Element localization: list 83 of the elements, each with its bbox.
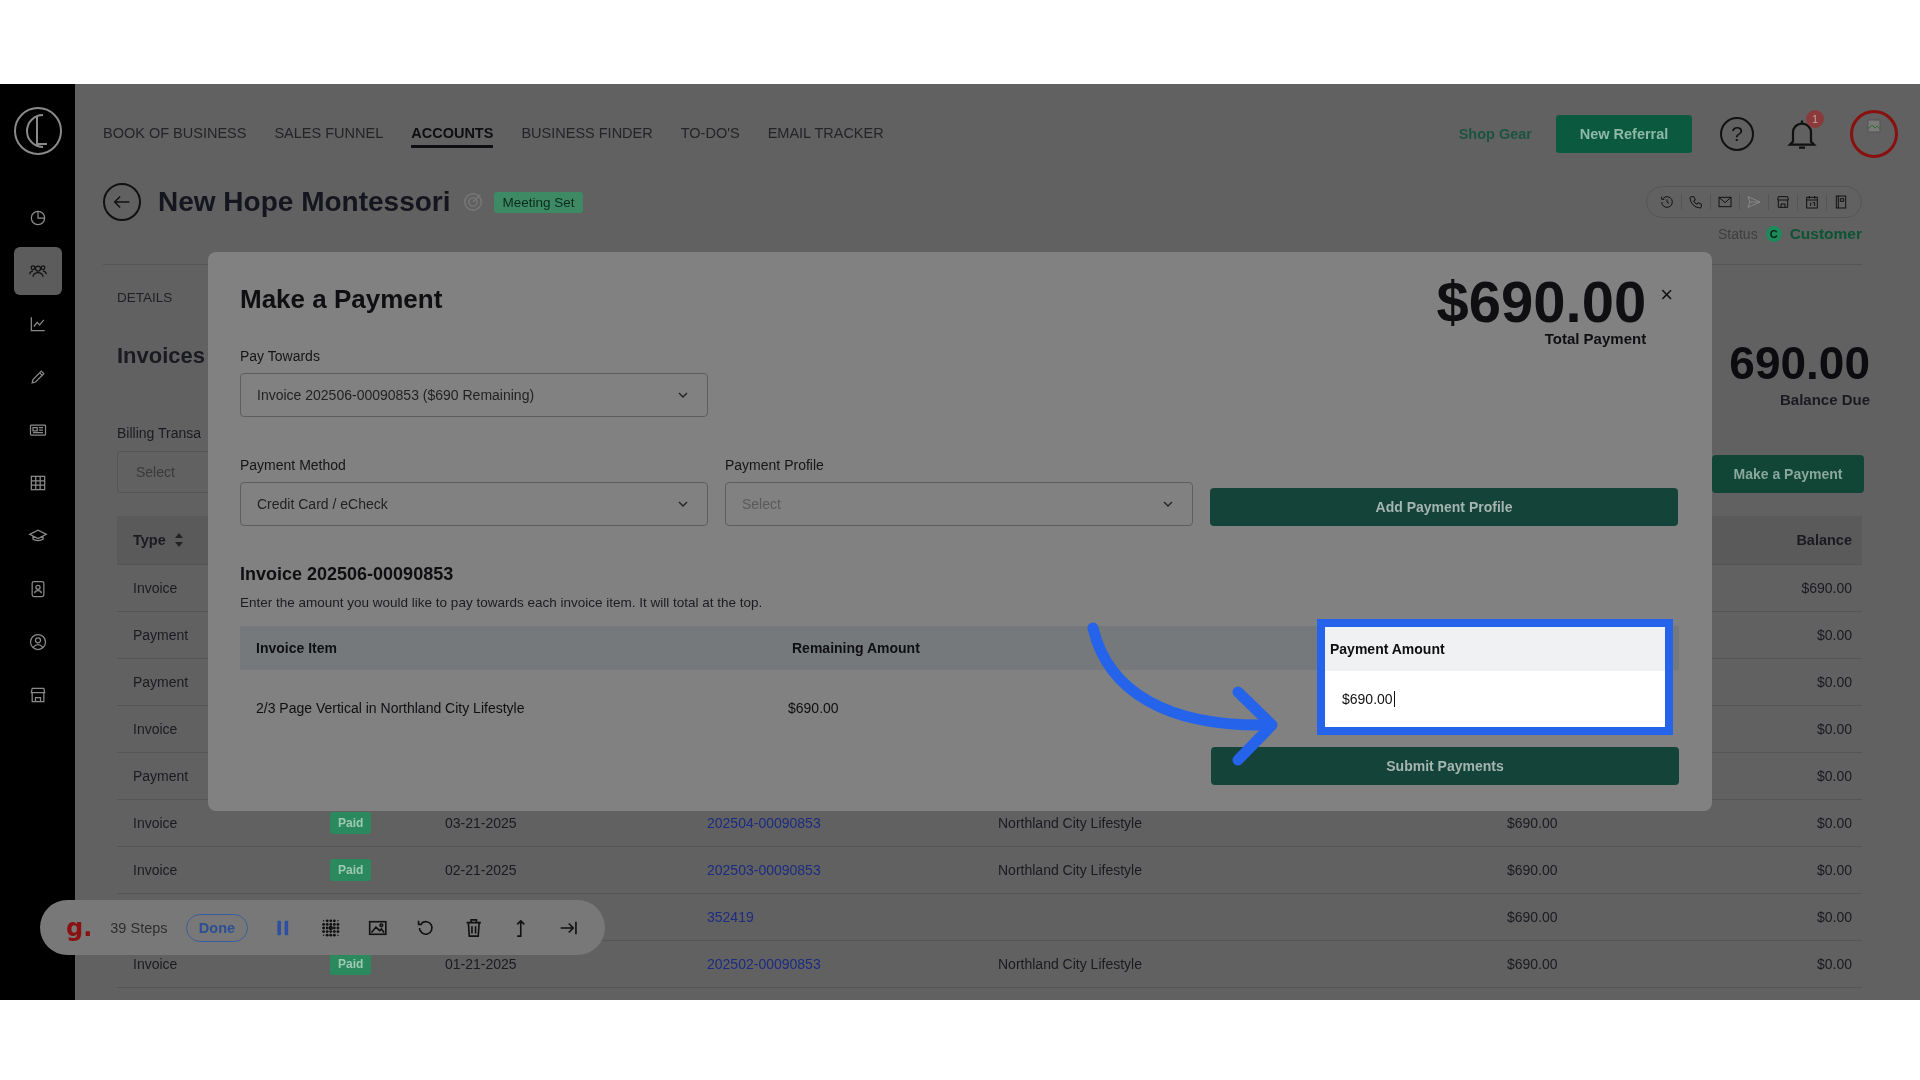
nav-tab[interactable]: ACCOUNTS: [411, 120, 494, 148]
sidebar-item[interactable]: [13, 247, 62, 295]
column-header: Remaining Amount: [792, 640, 920, 656]
dialog-title: Make a Payment: [240, 284, 444, 314]
avatar[interactable]: [1850, 110, 1898, 158]
paid-badge: Paid: [330, 953, 372, 975]
nav-tab[interactable]: BUSINESS FINDER: [521, 120, 653, 148]
section-title: Invoices: [117, 343, 206, 369]
table-cell-text: 2/3 Page Vertical in Northland City Lifestyle: [256, 700, 526, 716]
table-cell-text: $690.00: [788, 700, 840, 716]
column-header: Balance: [1796, 532, 1853, 548]
tab[interactable]: DETAILS: [117, 289, 173, 305]
invoice-link[interactable]: 202503-00090853: [707, 862, 821, 878]
status-badge: Meeting Set: [494, 191, 583, 213]
select-field[interactable]: Credit Card / eCheck: [240, 482, 708, 526]
table-cell-text: $690.00: [1507, 956, 1559, 972]
table-cell-text: $0.00: [1816, 815, 1853, 831]
invoice-link[interactable]: 352419: [707, 909, 754, 925]
nav-tab[interactable]: BOOK OF BUSINESS: [103, 120, 247, 148]
table-cell-text: $0.00: [1816, 956, 1853, 972]
table-cell: Invoice: [133, 862, 178, 878]
step-count: 39 Steps: [110, 919, 168, 936]
table-cell-text: $690.00: [1507, 862, 1559, 878]
invoice-link[interactable]: 202504-00090853: [707, 815, 821, 831]
field-label: Pay Towards: [240, 348, 321, 364]
paid-badge: Paid: [330, 812, 372, 834]
table-cell-text: $0.00: [1816, 721, 1853, 737]
nav-tab[interactable]: SALES FUNNEL: [274, 120, 384, 148]
close-button[interactable]: ×: [1660, 284, 1673, 306]
nav-tab[interactable]: TO-DO'S: [680, 120, 740, 148]
help-icon[interactable]: ?: [1720, 117, 1754, 151]
table-cell: Payment: [133, 627, 189, 643]
table-cell-text: $690.00: [1507, 909, 1559, 925]
table-cell-text: 01-21-2025: [445, 956, 518, 972]
instructions: Enter the amount you would like to pay towards each invoice item. It will total at the top.: [240, 595, 764, 610]
table-cell-text: $0.00: [1816, 627, 1853, 643]
table-cell-text: $0.00: [1816, 909, 1853, 925]
table-cell-text: 03-21-2025: [445, 815, 518, 831]
invoice-link[interactable]: 202502-00090853: [707, 956, 821, 972]
back-button[interactable]: [103, 183, 141, 221]
table-cell: Payment: [133, 768, 189, 784]
broken-image-icon: [1867, 119, 1881, 133]
table-cell-text: $690.00: [1507, 815, 1559, 831]
shop-link[interactable]: Shop Gear: [1458, 126, 1532, 142]
table-cell-text: Northland City Lifestyle: [998, 815, 1143, 831]
sort-icon[interactable]: [173, 531, 184, 549]
new-referral-button[interactable]: New Referral: [1556, 115, 1692, 153]
column-header: Invoice Item: [256, 640, 337, 656]
user-circle-icon: [27, 632, 48, 652]
table-cell-text: $690.00: [1801, 580, 1853, 596]
filter-label: Billing Transa: [117, 425, 203, 441]
table-cell: Invoice: [133, 956, 178, 972]
table-cell-text: Northland City Lifestyle: [998, 862, 1143, 878]
recorder-logo: g.: [66, 913, 93, 942]
table-cell-text: $0.00: [1816, 768, 1853, 784]
payment-amount-field[interactable]: $690.00: [1325, 671, 1665, 727]
customer-icon: C: [1765, 226, 1782, 242]
invoice-title: Invoice 202506-00090853: [240, 564, 455, 585]
notification-count: 1: [1806, 110, 1824, 128]
table-cell: Invoice: [133, 815, 178, 831]
field-label: Payment Method: [240, 457, 347, 473]
submit-payments-button[interactable]: Submit Payments: [1211, 747, 1679, 785]
status-value: Customer: [1789, 225, 1862, 243]
nav-tab[interactable]: EMAIL TRACKER: [767, 120, 884, 148]
make-payment-button[interactable]: Make a Payment: [1712, 455, 1864, 493]
table-cell-text: $0.00: [1816, 674, 1853, 690]
balance-label: Balance Due: [1778, 391, 1870, 408]
balance-amount: 690.00: [1729, 339, 1870, 387]
field-label: Payment Profile: [725, 457, 825, 473]
table-cell-text: 02-21-2025: [445, 862, 518, 878]
table-cell: Payment: [133, 674, 189, 690]
column-header: Payment Amount: [1330, 641, 1445, 657]
table-cell: Invoice: [133, 580, 178, 596]
table-cell-text: $0.00: [1816, 862, 1853, 878]
table-cell: Invoice: [133, 721, 178, 737]
account-name: New Hope Montessori: [158, 186, 451, 218]
column-header[interactable]: Type: [133, 532, 166, 548]
paid-badge: Paid: [330, 859, 372, 881]
add-payment-profile-button[interactable]: Add Payment Profile: [1210, 488, 1678, 526]
select-field[interactable]: Invoice 202506-00090853 ($690 Remaining): [240, 373, 708, 417]
logo-icon: [12, 106, 63, 156]
blur-icon[interactable]: [319, 916, 342, 939]
table-cell-text: Northland City Lifestyle: [998, 956, 1143, 972]
